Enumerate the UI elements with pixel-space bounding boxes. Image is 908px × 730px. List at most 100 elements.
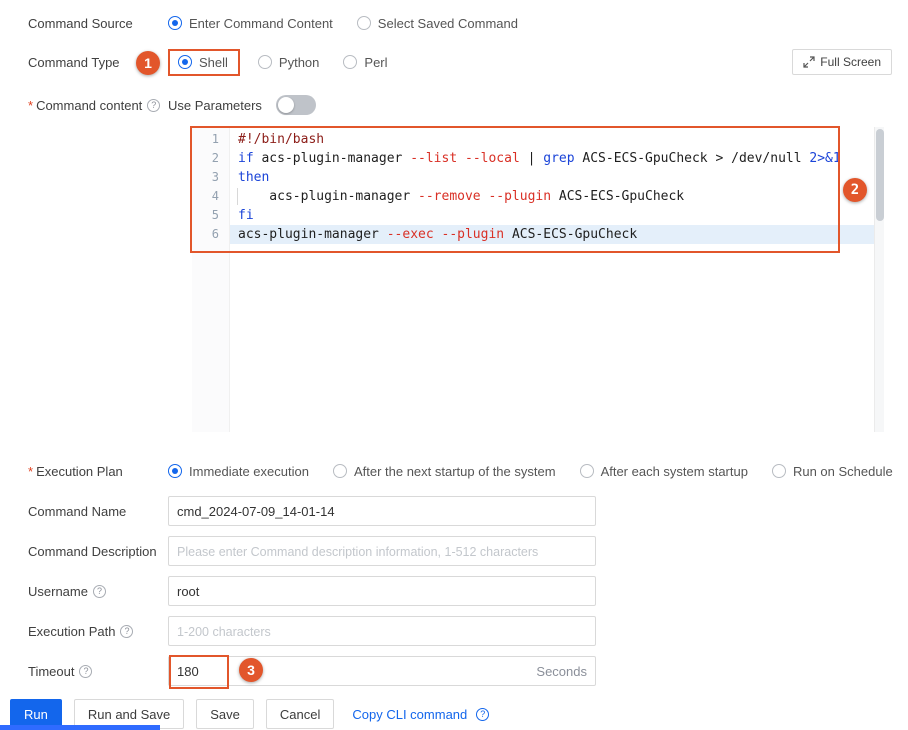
radio-icon [579, 464, 594, 478]
command-name-row: Command Name [0, 496, 908, 526]
username-row: Username [0, 576, 908, 606]
full-screen-button[interactable]: Full Screen [792, 49, 892, 75]
execution-path-label-text: Execution Path [28, 623, 116, 639]
radio-icon [332, 464, 347, 478]
radio-label: After the next startup of the system [353, 463, 556, 479]
cancel-button[interactable]: Cancel [265, 699, 335, 729]
radio-icon [178, 55, 192, 69]
annotation-badge-1: 1 [136, 50, 160, 75]
radio-immediate-execution[interactable]: Immediate execution [168, 464, 309, 479]
command-source-label: Command Source [28, 15, 133, 31]
command-description-input[interactable] [168, 536, 596, 566]
code-token: #!/bin/bash [238, 132, 325, 147]
code-line: 3 then [192, 168, 874, 187]
code-editor[interactable]: 1 #!/bin/bash 2 if acs-plugin-manager --… [190, 126, 884, 432]
line-number: 6 [211, 227, 219, 241]
timeout-label-text: Timeout [28, 663, 75, 679]
line-number: 1 [211, 132, 219, 146]
radio-perl[interactable]: Perl [343, 54, 388, 70]
command-name-input[interactable] [168, 496, 596, 526]
code-token: --list --local [410, 151, 520, 166]
radio-icon [168, 16, 182, 30]
code-line: 2 if acs-plugin-manager --list --local |… [192, 149, 874, 168]
command-description-label: Command Description [28, 543, 157, 559]
radio-label: Run on Schedule [792, 463, 893, 479]
command-type-row: Command Type 1 Shell Python Perl [0, 46, 908, 78]
execution-path-input[interactable] [168, 616, 596, 646]
editor-scrollbar[interactable] [874, 127, 884, 432]
radio-label: Enter Command Content [189, 15, 333, 31]
bottom-blue-strip [0, 725, 160, 730]
username-input[interactable] [168, 576, 596, 606]
copy-cli-command-label: Copy CLI command [352, 706, 468, 722]
code-line: 4 acs-plugin-manager --remove --plugin A… [192, 187, 874, 206]
timeout-suffix: Seconds [536, 663, 587, 679]
radio-label: After each system startup [600, 463, 748, 479]
radio-python[interactable]: Python [257, 55, 319, 70]
radio-enter-command-content[interactable]: Enter Command Content [168, 16, 333, 31]
required-mark: * [28, 463, 34, 479]
code-token: 2>&1 [809, 151, 841, 166]
execution-path-row: Execution Path [0, 616, 908, 646]
execution-plan-row: * Execution Plan Immediate execution Aft… [0, 456, 908, 486]
annotation-badge-2: 2 [843, 178, 867, 202]
radio-icon [257, 55, 272, 69]
timeout-input-wrap: Seconds 3 [168, 655, 596, 689]
use-parameters-toggle[interactable] [275, 95, 316, 115]
help-icon[interactable] [147, 98, 161, 112]
expand-icon [803, 56, 815, 68]
help-icon[interactable] [120, 624, 134, 638]
command-description-row: Command Description [0, 536, 908, 566]
toggle-knob [277, 97, 294, 113]
code-line: 1 #!/bin/bash [192, 130, 874, 149]
code-token: then [238, 170, 270, 185]
radio-icon [356, 16, 371, 30]
execution-plan-label-text: Execution Plan [36, 463, 123, 479]
help-icon[interactable] [92, 584, 106, 598]
timeout-input[interactable] [169, 657, 537, 685]
line-number: 4 [211, 189, 219, 203]
radio-icon [343, 55, 358, 69]
radio-select-saved-command[interactable]: Select Saved Command [356, 15, 518, 31]
required-mark: * [28, 97, 34, 113]
code-token: | [519, 151, 544, 166]
command-name-label: Command Name [28, 503, 127, 519]
line-number: 3 [211, 170, 219, 184]
code-token: grep [543, 151, 575, 166]
radio-shell[interactable]: Shell [178, 55, 228, 70]
radio-label: Select Saved Command [377, 15, 518, 31]
command-source-row: Command Source Enter Command Content Sel… [0, 8, 908, 38]
username-label-text: Username [28, 583, 88, 599]
radio-label: Perl [364, 54, 388, 70]
radio-label: Shell [199, 54, 228, 70]
timeout-label: Timeout [28, 664, 168, 679]
code-token: ACS-ECS-GpuCheck > /dev/null [574, 151, 810, 166]
code-token: acs-plugin-manager [238, 227, 387, 242]
save-button[interactable]: Save [196, 699, 254, 729]
radio-after-next-startup[interactable]: After the next startup of the system [332, 463, 556, 479]
line-number: 2 [211, 151, 219, 165]
command-content-row: * Command content Use Parameters [0, 90, 908, 120]
command-content-label-text: Command content [36, 97, 143, 113]
indent-guide [237, 188, 238, 205]
code-line-active: 6 acs-plugin-manager --exec --plugin ACS… [192, 225, 874, 244]
code-token: ACS-ECS-GpuCheck [504, 227, 638, 242]
editor-lines: 1 #!/bin/bash 2 if acs-plugin-manager --… [192, 130, 874, 244]
use-parameters-label: Use Parameters [168, 97, 262, 113]
help-icon[interactable] [79, 664, 93, 678]
line-number: 5 [211, 208, 219, 222]
username-label: Username [28, 584, 168, 599]
code-token: --remove --plugin [418, 189, 552, 204]
run-command-form: Command Source Enter Command Content Sel… [0, 0, 908, 730]
timeout-row: Timeout Seconds 3 [0, 655, 908, 689]
help-icon[interactable] [476, 707, 490, 721]
radio-run-on-schedule[interactable]: Run on Schedule [771, 463, 893, 479]
radio-after-each-startup[interactable]: After each system startup [579, 463, 748, 479]
execution-path-label: Execution Path [28, 624, 168, 639]
scrollbar-thumb[interactable] [876, 129, 884, 221]
command-content-label: * Command content [28, 98, 168, 113]
code-token: fi [238, 208, 254, 223]
radio-icon [168, 464, 182, 478]
copy-cli-command-link[interactable]: Copy CLI command [352, 706, 490, 722]
code-line: 5 fi [192, 206, 874, 225]
